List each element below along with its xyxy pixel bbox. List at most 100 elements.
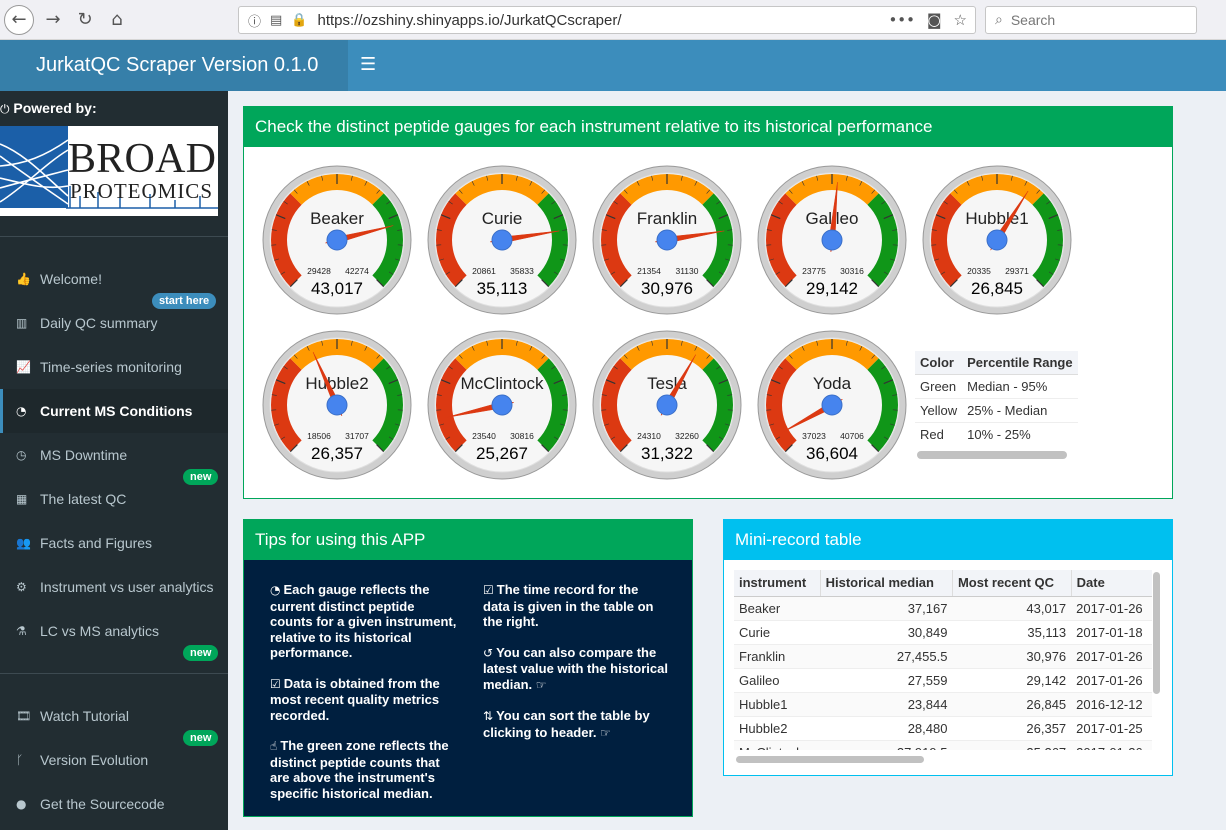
table-cell: McClintock (734, 739, 821, 750)
sidebar-item-get-sourcecode[interactable]: ● Get the Sourcecode (0, 782, 228, 826)
gauge-name-label: McClintock (460, 374, 544, 393)
table-cell: 2017-01-26 (1071, 667, 1152, 692)
gauge-low-label: 18506 (307, 431, 331, 441)
gauge-high-label: 30816 (510, 431, 534, 441)
hand-right-icon: ☞ (535, 677, 547, 692)
browser-search-input[interactable]: ⌕ Search (985, 6, 1197, 34)
sidebar-item-time-series[interactable]: 📈 Time-series monitoring (0, 345, 228, 389)
reload-icon[interactable]: ↻ (72, 7, 98, 33)
gauge-value-label: 25,267 (476, 444, 528, 463)
column-header[interactable]: Most recent QC (952, 570, 1072, 597)
gauge-hub (656, 229, 678, 251)
gauge-panel-title: Check the distinct peptide gauges for ea… (244, 107, 1172, 147)
gauge-hub (326, 394, 348, 416)
legend-color: Yellow (915, 398, 963, 423)
table-cell: 26,845 (952, 691, 1072, 716)
table-cell: 27,919.5 (820, 739, 953, 750)
gauge-high-label: 31707 (345, 431, 369, 441)
gauge-name-label: Beaker (310, 209, 364, 228)
app-header: JurkatQC Scraper Version 0.1.0 ☰ (0, 40, 1226, 91)
table-cell: 28,480 (820, 715, 953, 740)
table-cell: Galileo (734, 667, 821, 692)
bookmark-star-icon[interactable]: ☆ (954, 11, 967, 29)
logo-text-top: BROAD (68, 136, 216, 182)
table-cell: 2017-01-25 (1071, 715, 1152, 740)
table-row[interactable]: Beaker37,16743,0172017-01-26BL2 (734, 595, 1152, 620)
url-bar[interactable]: ⓘ ▤ 🔒 https://ozshiny.shinyapps.io/Jurka… (238, 6, 976, 34)
gauge-value-label: 43,017 (311, 279, 363, 298)
legend-header-range[interactable]: Percentile Range (962, 351, 1078, 375)
info-icon[interactable]: ⓘ (248, 11, 261, 30)
legend-row: Red 10% - 25% (915, 422, 1078, 446)
gauge-tesla: Tesla 24310 32260 31,322 (592, 330, 742, 480)
back-arrow-icon[interactable]: ← (4, 4, 34, 35)
sidebar-item-latest-qc[interactable]: ▦ The latest QC (0, 477, 228, 521)
gauge-low-label: 24310 (637, 431, 661, 441)
column-header[interactable]: Historical median (820, 570, 953, 597)
table-cell: 37,167 (820, 595, 953, 620)
more-actions-icon[interactable]: ••• (888, 11, 915, 29)
table-cell: 30,849 (820, 619, 953, 644)
table-horizontal-scrollbar[interactable] (736, 756, 924, 763)
line-chart-icon: 📈 (16, 360, 31, 374)
gauge-hub (326, 229, 348, 251)
percentile-legend-table: Color Percentile Range Green Median - 95… (915, 351, 1078, 446)
sidebar-item-instrument-vs-user[interactable]: ⚙ Instrument vs user analytics (0, 565, 228, 609)
gauge-high-label: 29371 (1005, 266, 1029, 276)
column-header[interactable]: Date (1071, 570, 1152, 597)
tips-panel-title: Tips for using this APP (244, 520, 692, 560)
gauge-name-label: Curie (482, 209, 523, 228)
forward-arrow-icon[interactable]: → (40, 7, 66, 33)
gauge-high-label: 31130 (675, 266, 698, 276)
gauge-low-label: 37023 (802, 431, 826, 441)
sidebar-item-current-ms-conditions[interactable]: ◔ Current MS Conditions (0, 389, 228, 433)
sidebar-item-daily-qc-summary[interactable]: ▥ Daily QC summary (0, 301, 228, 345)
table-icon: ▦ (16, 492, 28, 506)
legend-row: Green Median - 95% (915, 374, 1078, 399)
hamburger-icon[interactable]: ☰ (360, 54, 376, 75)
table-vertical-scrollbar[interactable] (1153, 572, 1160, 694)
table-row[interactable]: Hubble123,84426,8452016-12-12HB (734, 691, 1152, 716)
table-row[interactable]: Hubble228,48026,3572017-01-25201 (734, 715, 1152, 740)
gauge-high-label: 32260 (675, 431, 699, 441)
tip-item: ☝ The green zone reflects the distinct pe… (270, 738, 449, 801)
url-text[interactable]: https://ozshiny.shinyapps.io/JurkatQCscr… (318, 12, 622, 29)
broad-proteomics-logo: BROAD PROTEOMICS (0, 126, 218, 216)
page-icon: ▤ (270, 12, 283, 28)
gauge-hub (491, 394, 513, 416)
table-row[interactable]: Franklin27,455.530,9762017-01-26FB2 (734, 643, 1152, 668)
gauge-value-label: 31,322 (641, 444, 693, 463)
gauge-hub (656, 394, 678, 416)
table-row[interactable]: McClintock27,919.525,2672017-01-26MY (734, 739, 1152, 750)
mini-record-table-wrapper[interactable]: instrument Historical median Most recent Q… (734, 570, 1152, 750)
tips-panel: Tips for using this APP ◔ Each gauge refl… (243, 519, 693, 817)
sidebar-item-facts-figures[interactable]: 👥 Facts and Figures (0, 521, 228, 565)
gauge-low-label: 23540 (472, 431, 496, 441)
table-cell: 2017-01-26 (1071, 595, 1152, 620)
code-fork-icon: ᚴ (16, 753, 24, 767)
calendar-check-icon: ☑ (483, 583, 494, 597)
table-row[interactable]: Galileo27,55929,1422017-01-26GG (734, 667, 1152, 692)
table-cell: 2017-01-18 (1071, 619, 1152, 644)
table-cell: 30,976 (952, 643, 1072, 668)
pocket-icon[interactable]: ◙ (927, 11, 942, 29)
tip-item: ☑ Data is obtained from the most recent q… (270, 675, 440, 723)
legend-horizontal-scrollbar[interactable] (917, 451, 1067, 459)
legend-color: Red (915, 422, 963, 446)
legend-header-color[interactable]: Color (915, 351, 963, 375)
app-title[interactable]: JurkatQC Scraper Version 0.1.0 (0, 40, 348, 91)
thumbs-up-icon: 👍 (16, 272, 31, 286)
gauge-hub (821, 229, 843, 251)
gauge-high-label: 42274 (345, 266, 369, 276)
column-header[interactable]: instrument (734, 570, 821, 597)
gauge-low-label: 29428 (307, 266, 331, 276)
gauge-value-label: 30,976 (641, 279, 693, 298)
table-row[interactable]: Curie30,84935,1132017-01-18CC (734, 619, 1152, 644)
home-icon[interactable]: ⌂ (104, 7, 130, 33)
hand-right-icon: ☞ (600, 725, 611, 740)
badge-new: new (183, 645, 219, 661)
sidebar-item-version-evolution[interactable]: ᚴ Version Evolution (0, 738, 228, 782)
mini-record-title: Mini-record table (724, 520, 1172, 560)
gauge-yoda: Yoda 37023 40706 36,604 (757, 330, 907, 480)
table-cell: 27,559 (820, 667, 953, 692)
